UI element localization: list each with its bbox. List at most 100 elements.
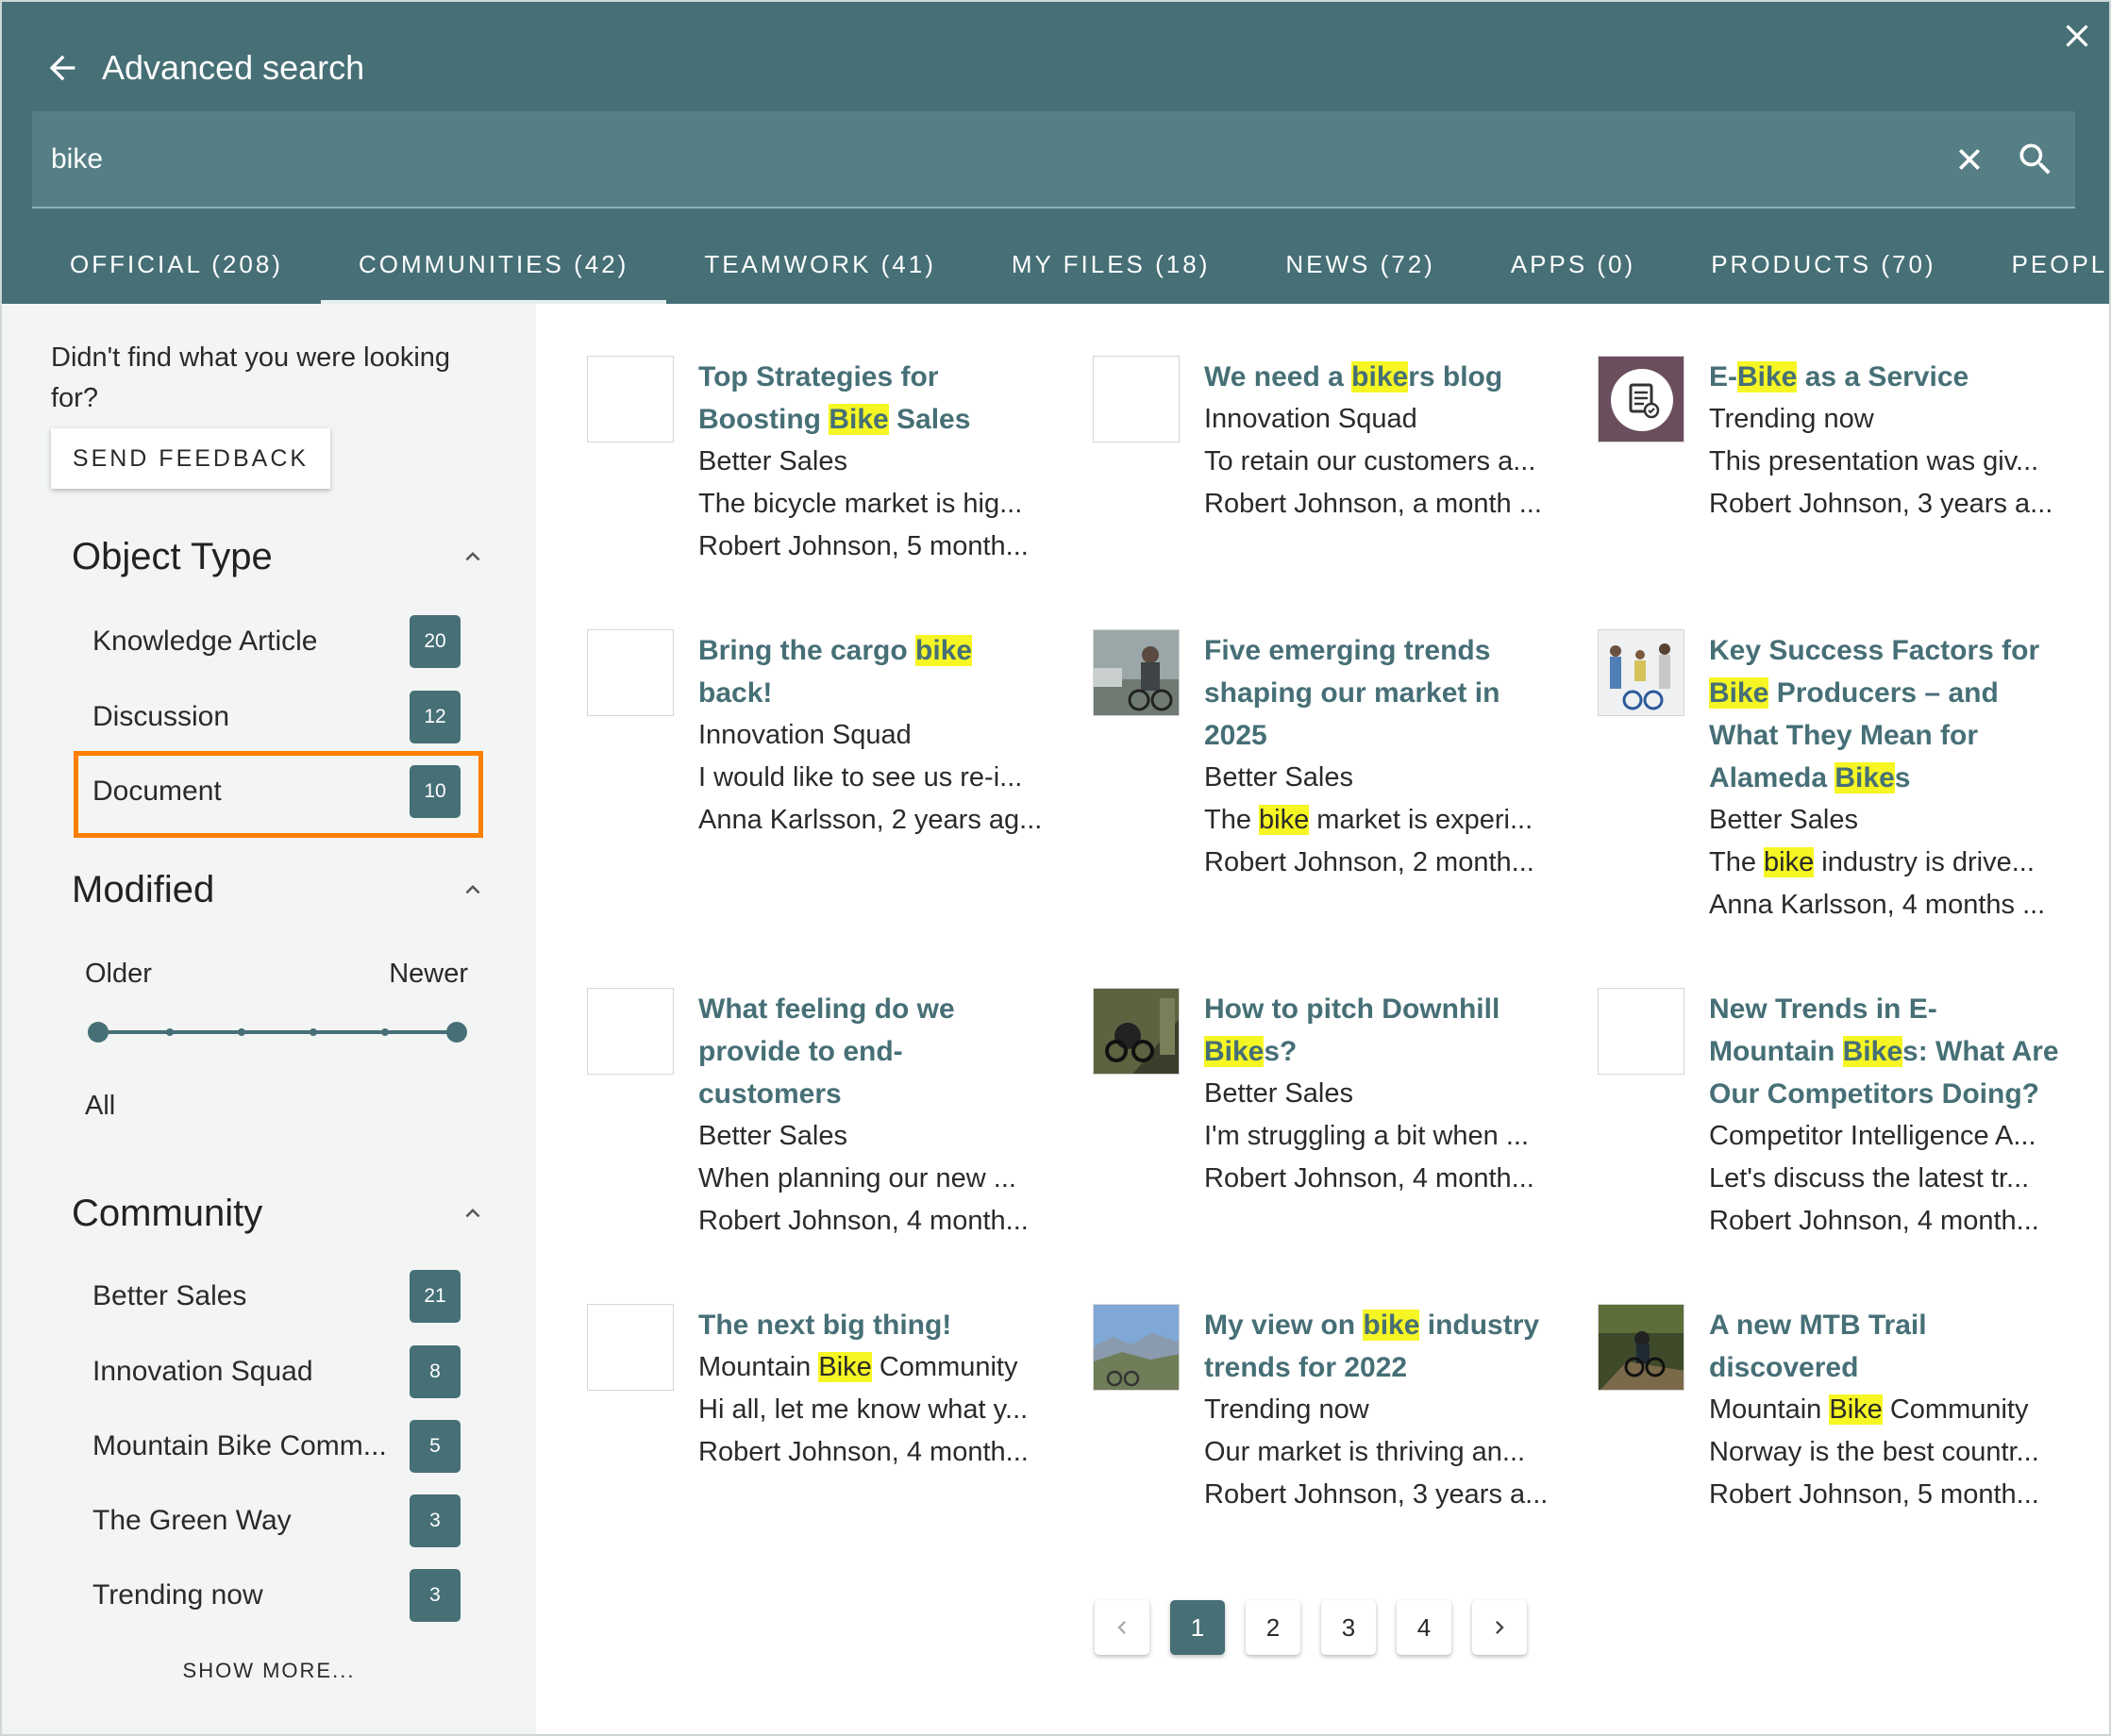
result-body: Top Strategies for Boosting Bike Sales Bet… — [698, 356, 1076, 568]
facet-label: Knowledge Article — [92, 626, 318, 657]
result-title[interactable]: The next big thing! — [698, 1304, 1076, 1346]
result-title[interactable]: Key Success Factors for Bike Producers – … — [1709, 629, 2086, 799]
facet-mountain-bike-community[interactable]: Mountain Bike Comm... 5 — [92, 1420, 461, 1473]
thumbnail-placeholder[interactable] — [587, 988, 674, 1075]
community-title: Community — [72, 1192, 263, 1234]
tab-news[interactable]: NEWS (72) — [1248, 225, 1472, 304]
result-body: A new MTB Trail discovered Mountain Bike C… — [1709, 1304, 2086, 1516]
result-title[interactable]: Five emerging trends shaping our market i… — [1204, 629, 1582, 757]
result-title[interactable]: How to pitch Downhill Bikes? — [1204, 988, 1582, 1073]
page-button-4[interactable]: 4 — [1397, 1600, 1451, 1655]
thumbnail-image[interactable] — [1598, 356, 1684, 442]
result-title[interactable]: Top Strategies for Boosting Bike Sales — [698, 356, 1076, 441]
close-icon[interactable] — [2058, 17, 2096, 55]
result-meta: Robert Johnson, 4 month... — [698, 1437, 1029, 1467]
thumbnail-image[interactable] — [1093, 1304, 1180, 1391]
chevron-left-icon — [1117, 1621, 1126, 1634]
result-tabs: OFFICIAL (208) COMMUNITIES (42) TEAMWORK… — [32, 225, 2109, 304]
facet-innovation-squad[interactable]: Innovation Squad 8 — [92, 1345, 461, 1398]
result-title[interactable]: E-Bike as a Service — [1709, 356, 2086, 398]
result-snippet: Our market is thriving an... — [1204, 1437, 1526, 1467]
older-label: Older — [85, 959, 152, 989]
back-arrow-icon[interactable] — [43, 49, 81, 87]
result-title[interactable]: My view on bike industry trends for 2022 — [1204, 1304, 1582, 1389]
chevron-up-icon[interactable] — [459, 542, 487, 571]
result-title[interactable]: We need a bikers blog — [1204, 356, 1582, 398]
search-term-highlight: bike — [1351, 361, 1409, 392]
object-type-header[interactable]: Object Type — [72, 530, 487, 583]
tab-products[interactable]: PRODUCTS (70) — [1673, 225, 1973, 304]
search-icon[interactable] — [2015, 139, 2056, 180]
page-button-1[interactable]: 1 — [1170, 1600, 1225, 1655]
result-title[interactable]: A new MTB Trail discovered — [1709, 1304, 2086, 1389]
tab-my-files[interactable]: MY FILES (18) — [974, 225, 1248, 304]
facet-label: Mountain Bike Comm... — [92, 1430, 387, 1461]
facet-count-badge: 12 — [410, 691, 461, 743]
result-snippet: Norway is the best countr... — [1709, 1437, 2039, 1467]
thumbnail-image[interactable] — [1093, 629, 1180, 716]
facet-the-green-way[interactable]: The Green Way 3 — [92, 1494, 461, 1547]
tab-apps[interactable]: APPS (0) — [1473, 225, 1673, 304]
search-input[interactable] — [51, 142, 1924, 175]
tab-people[interactable]: PEOPLE (6) — [1974, 225, 2109, 304]
clear-search-icon[interactable] — [1949, 139, 1990, 180]
tab-official[interactable]: OFFICIAL (208) — [32, 225, 321, 304]
result-meta: Robert Johnson, a month ... — [1204, 489, 1542, 519]
search-term-highlight: bike — [915, 635, 973, 666]
thumbnail-image[interactable] — [1598, 629, 1684, 716]
facet-label: Innovation Squad — [92, 1356, 313, 1387]
result-body: Key Success Factors for Bike Producers – … — [1709, 629, 2086, 926]
result-title[interactable]: Bring the cargo bike back! — [698, 629, 1076, 714]
tab-teamwork[interactable]: TEAMWORK (41) — [666, 225, 974, 304]
facet-trending-now[interactable]: Trending now 3 — [92, 1569, 461, 1622]
page-button-3[interactable]: 3 — [1321, 1600, 1376, 1655]
facet-label: Trending now — [92, 1579, 263, 1611]
facet-count-badge: 3 — [410, 1569, 461, 1622]
result-community: Better Sales — [698, 1121, 847, 1151]
facet-discussion[interactable]: Discussion 12 — [92, 691, 461, 743]
thumbnail-image[interactable] — [1093, 988, 1180, 1075]
header: Advanced search OFFICIAL (208) COMMUNITI… — [2, 2, 2109, 304]
result-title[interactable]: What feeling do we provide to end-custome… — [698, 988, 1076, 1115]
result-community: Mountain Bike Community — [1709, 1394, 2029, 1425]
thumbnail-placeholder[interactable] — [587, 629, 674, 716]
search-term-highlight: Bike — [1835, 762, 1895, 793]
send-feedback-button[interactable]: SEND FEEDBACK — [51, 428, 330, 489]
date-range-slider[interactable] — [87, 1013, 468, 1051]
feedback-prompt: Didn't find what you were looking for? — [51, 342, 451, 413]
facet-count-badge: 21 — [410, 1270, 461, 1323]
facet-label: Discussion — [92, 701, 230, 732]
thumbnail-placeholder[interactable] — [1598, 988, 1684, 1075]
result-community: Better Sales — [1204, 1078, 1353, 1109]
object-type-title: Object Type — [72, 535, 273, 577]
thumbnail-placeholder[interactable] — [587, 1304, 674, 1391]
page-button-2[interactable]: 2 — [1246, 1600, 1300, 1655]
chevron-up-icon[interactable] — [459, 1199, 487, 1227]
search-term-highlight: Bike — [1204, 1036, 1265, 1067]
result-title[interactable]: New Trends in E- Mountain Bikes: What Are… — [1709, 988, 2086, 1115]
result-community: Better Sales — [698, 446, 847, 476]
result-meta: Robert Johnson, 2 month... — [1204, 847, 1534, 877]
filter-sidebar: Didn't find what you were looking for? S… — [2, 304, 536, 1734]
chevron-up-icon[interactable] — [459, 876, 487, 904]
prev-page-button[interactable] — [1095, 1600, 1149, 1655]
thumbnail-image[interactable] — [1598, 1304, 1684, 1391]
result-snippet: When planning our new ... — [698, 1163, 1016, 1194]
next-page-button[interactable] — [1472, 1600, 1527, 1655]
result-community: Trending now — [1709, 404, 1874, 434]
focus-highlight-box — [74, 751, 483, 838]
result-snippet: I'm struggling a bit when ... — [1204, 1121, 1530, 1151]
community-header[interactable]: Community — [72, 1187, 487, 1240]
result-snippet: The bicycle market is hig... — [698, 489, 1023, 519]
tab-communities[interactable]: COMMUNITIES (42) — [320, 225, 667, 304]
thumbnail-placeholder[interactable] — [587, 356, 674, 442]
result-body: E-Bike as a Service Trending now This pres… — [1709, 356, 2086, 526]
result-meta: Anna Karlsson, 4 months ... — [1709, 890, 2046, 920]
result-community: Better Sales — [1709, 805, 1858, 835]
facet-knowledge-article[interactable]: Knowledge Article 20 — [92, 615, 461, 668]
facet-better-sales[interactable]: Better Sales 21 — [92, 1270, 461, 1323]
modified-header[interactable]: Modified — [72, 863, 487, 916]
date-range-value: All — [85, 1091, 116, 1121]
thumbnail-placeholder[interactable] — [1093, 356, 1180, 442]
show-more-link[interactable]: SHOW MORE... — [2, 1659, 536, 1683]
